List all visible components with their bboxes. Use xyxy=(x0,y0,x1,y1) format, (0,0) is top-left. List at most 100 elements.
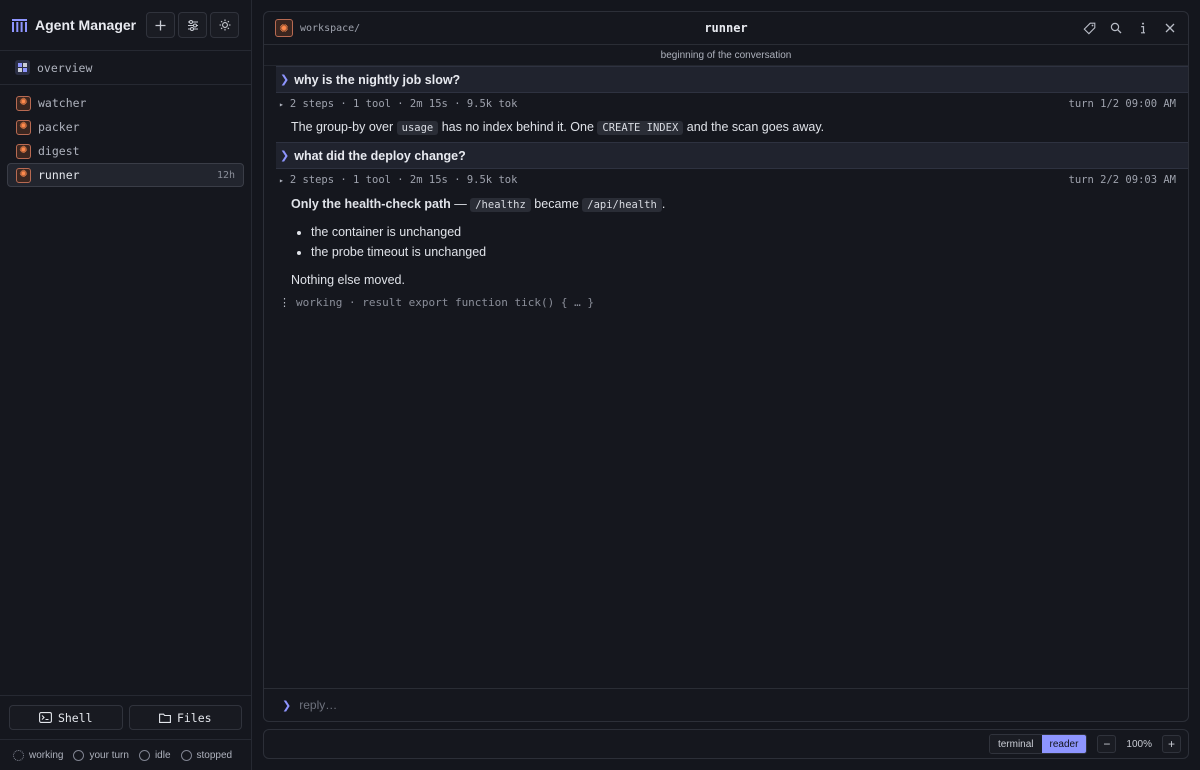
sidebar: Agent Manager overview ✺ watcher ✺ packe… xyxy=(0,0,252,770)
zoom-in-button[interactable]: + xyxy=(1162,735,1181,753)
zoom-level: 100% xyxy=(1126,738,1152,750)
status-ring-icon xyxy=(13,749,24,761)
tag-icon[interactable] xyxy=(1082,21,1096,35)
agent-name: packer xyxy=(38,120,80,134)
app-title: Agent Manager xyxy=(35,17,137,33)
response-text: The group-by over xyxy=(291,120,394,134)
assistant-response: Only the health-check path — /healthz be… xyxy=(264,190,1188,289)
agent-sparkle-icon: ✺ xyxy=(275,19,293,37)
inline-code: /api/health xyxy=(582,198,662,212)
legend-stopped: stopped xyxy=(180,749,232,761)
chevron-right-icon: ❯ xyxy=(280,150,290,162)
agent-list: ✺ watcher ✺ packer ✺ digest ✺ runner 12h xyxy=(0,85,251,187)
plus-icon xyxy=(155,20,166,30)
mode-reader-button[interactable]: reader xyxy=(1041,735,1087,753)
status-ring-icon xyxy=(73,749,85,761)
legend-label: your turn xyxy=(89,749,129,761)
chevron-right-icon: ❯ xyxy=(280,74,290,86)
view-mode-toggle: terminal reader xyxy=(988,734,1088,754)
terminal-icon xyxy=(38,712,52,723)
legend-label: working xyxy=(29,749,64,761)
app-logo-icon xyxy=(12,18,27,33)
settings-button[interactable] xyxy=(178,12,207,38)
status-ring-icon xyxy=(180,749,192,761)
inline-code: /healthz xyxy=(470,198,531,212)
response-text: . xyxy=(661,197,666,211)
sidebar-item-packer[interactable]: ✺ packer xyxy=(7,115,244,139)
legend-your-turn: your turn xyxy=(73,749,129,761)
new-agent-button[interactable] xyxy=(146,12,175,38)
sidebar-bottom: Shell Files working your turn idle stopp… xyxy=(0,695,251,770)
page-title: runner xyxy=(704,21,748,35)
mode-terminal-button[interactable]: terminal xyxy=(989,735,1042,753)
response-paragraph: Nothing else moved. xyxy=(291,273,405,287)
expand-triangle-icon[interactable]: ▸ xyxy=(279,100,284,109)
close-icon[interactable] xyxy=(1163,21,1177,35)
list-item: the probe timeout is unchanged xyxy=(311,243,1188,263)
legend-label: idle xyxy=(154,749,171,761)
agent-name: digest xyxy=(38,144,80,158)
response-text: has no index behind it. One xyxy=(441,120,594,134)
shell-button[interactable]: Shell xyxy=(9,705,123,730)
zoom-out-button[interactable]: − xyxy=(1097,735,1117,753)
view-controls-bar: terminal reader − 100% + xyxy=(263,729,1189,759)
info-icon[interactable] xyxy=(1136,21,1150,35)
response-text: and the scan goes away. xyxy=(686,120,825,134)
turn-meta[interactable]: ▸ 2 steps · 1 tool · 2m 15s · 9.5k tok t… xyxy=(264,170,1188,190)
turn-meta[interactable]: ▸ 2 steps · 1 tool · 2m 15s · 9.5k tok t… xyxy=(264,94,1188,114)
shell-label: Shell xyxy=(57,710,93,725)
assistant-response: The group-by over usage has no index beh… xyxy=(264,114,1188,142)
inline-code: usage xyxy=(396,121,439,135)
status-legend: working your turn idle stopped xyxy=(0,739,251,770)
sidebar-item-watcher[interactable]: ✺ watcher xyxy=(7,91,244,115)
response-text: — xyxy=(454,197,467,211)
response-paragraph: The group-by over usage has no index beh… xyxy=(291,118,1188,137)
agent-sparkle-icon: ✺ xyxy=(16,95,31,111)
working-text: working · result export function tick() … xyxy=(296,296,595,309)
overview-label: overview xyxy=(37,60,93,75)
turn-stats: 2 steps · 1 tool · 2m 15s · 9.5k tok xyxy=(289,174,518,186)
agent-sparkle-icon: ✺ xyxy=(16,143,31,159)
overview-icon xyxy=(15,60,30,75)
agent-sparkle-icon: ✺ xyxy=(16,167,31,183)
response-bold-text: Only the health-check path xyxy=(291,197,451,211)
agent-name: watcher xyxy=(38,96,87,110)
legend-working: working xyxy=(13,749,64,761)
agent-sparkle-icon: ✺ xyxy=(16,119,31,135)
sidebar-actions: Shell Files xyxy=(0,695,251,739)
user-message-text: what did the deploy change? xyxy=(294,148,466,163)
sidebar-item-runner[interactable]: ✺ runner 12h xyxy=(7,163,244,187)
conversation-start-marker: beginning of the conversation xyxy=(264,45,1188,66)
expand-triangle-icon[interactable]: ▸ xyxy=(279,176,284,185)
turn-label: turn 1/2 09:00 AM xyxy=(1068,98,1176,110)
reply-input[interactable] xyxy=(299,698,900,712)
sidebar-header: Agent Manager xyxy=(0,0,251,51)
response-list: the container is unchanged the probe tim… xyxy=(311,223,1188,262)
status-ring-icon xyxy=(138,749,150,761)
files-label: Files xyxy=(176,710,212,725)
legend-idle: idle xyxy=(138,749,171,761)
sun-icon xyxy=(219,19,230,31)
vertical-dots-icon: ⋮ xyxy=(279,296,290,309)
sidebar-item-digest[interactable]: ✺ digest xyxy=(7,139,244,163)
response-text: became xyxy=(534,197,579,211)
inline-code: CREATE INDEX xyxy=(597,121,684,135)
agent-last-active: 12h xyxy=(216,169,235,181)
user-message-text: why is the nightly job slow? xyxy=(294,72,461,87)
sliders-icon xyxy=(187,19,198,31)
list-item: the container is unchanged xyxy=(311,223,1188,243)
agent-name: runner xyxy=(38,168,80,182)
sidebar-item-overview[interactable]: overview xyxy=(0,51,251,85)
files-button[interactable]: Files xyxy=(128,705,242,730)
conversation-header: ✺ workspace/ runner xyxy=(264,12,1188,45)
user-message: ❯ what did the deploy change? xyxy=(276,142,1188,169)
conversation-panel: ✺ workspace/ runner beginning of the con… xyxy=(263,11,1189,722)
working-status: ⋮ working · result export function tick(… xyxy=(264,296,1188,309)
theme-toggle-button[interactable] xyxy=(210,12,239,38)
breadcrumb[interactable]: workspace/ xyxy=(300,23,360,34)
response-paragraph: Only the health-check path — /healthz be… xyxy=(291,195,1188,214)
search-icon[interactable] xyxy=(1109,21,1123,35)
turn-stats: 2 steps · 1 tool · 2m 15s · 9.5k tok xyxy=(289,98,518,110)
user-message: ❯ why is the nightly job slow? xyxy=(276,66,1188,93)
reply-bar: ❯ xyxy=(264,688,1188,721)
